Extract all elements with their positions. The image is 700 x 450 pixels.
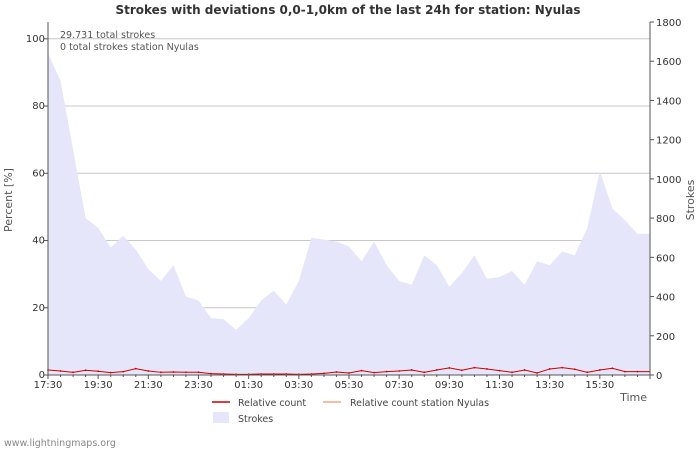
chart: Strokes with deviations 0,0-1,0km of the… [2, 3, 697, 449]
relative-count-point-7 [134, 367, 137, 370]
legend-swatch-strokes [213, 412, 229, 423]
strokes-area-layer [48, 53, 650, 375]
x-tick-label-1930: 19:30 [84, 380, 113, 391]
y-right-ticks: 0 200 400 600 800 1000 1200 1400 1600 1800 [650, 18, 681, 382]
relative-count-point-47 [636, 370, 639, 373]
relative-count-point-41 [561, 366, 564, 369]
x-tick-label-0930: 09:30 [435, 380, 464, 391]
y-right-tick-label-200: 200 [656, 332, 675, 343]
y-left-tick-label-60: 60 [32, 168, 45, 179]
y-right-tick-label-400: 400 [656, 293, 675, 304]
relative-count-point-31 [435, 369, 438, 371]
relative-count-point-11 [185, 371, 187, 374]
relative-count-point-2 [72, 371, 74, 374]
relative-count-point-28 [398, 370, 401, 372]
relative-count-point-27 [385, 370, 388, 373]
relative-count-point-46 [624, 370, 626, 373]
x-tick-label-1730: 17:30 [34, 380, 63, 391]
relative-count-point-4 [97, 370, 100, 373]
x-tick-label-1130: 11:30 [485, 380, 514, 391]
relative-count-point-12 [197, 371, 200, 374]
relative-count-point-3 [84, 369, 87, 372]
relative-count-point-40 [548, 368, 551, 370]
y-right-tick-label-1200: 1200 [656, 136, 681, 147]
relative-count-point-44 [598, 369, 601, 371]
y-right-axis-label: Strokes [684, 179, 697, 220]
relative-count-point-43 [586, 371, 589, 374]
relative-count-point-5 [109, 371, 112, 374]
relative-count-point-30 [423, 371, 426, 374]
legend-label-strokes: Strokes [238, 414, 273, 425]
y-right-tick-label-1600: 1600 [656, 57, 681, 68]
chart-title: Strokes with deviations 0,0-1,0km of the… [115, 3, 580, 17]
y-right-tick-label-0: 0 [656, 371, 662, 382]
y-left-tick-label-100: 100 [26, 34, 45, 45]
relative-count-point-39 [536, 372, 539, 374]
y-right-tick-label-1800: 1800 [656, 18, 681, 29]
y-left-tick-label-20: 20 [32, 303, 45, 314]
relative-count-point-29 [410, 369, 413, 371]
annotation-total-strokes: 29.731 total strokes [60, 30, 155, 41]
relative-count-point-32 [448, 367, 451, 369]
y-right-tick-label-600: 600 [656, 253, 675, 264]
x-tick-label-2330: 23:30 [184, 380, 213, 391]
relative-count-point-42 [573, 368, 576, 371]
x-tick-label-0130: 01:30 [234, 380, 263, 391]
y-right-tick-label-800: 800 [656, 214, 675, 225]
relative-count-point-9 [159, 371, 162, 374]
x-axis-label: Time [619, 391, 647, 404]
relative-count-point-22 [323, 372, 325, 375]
strokes-area [48, 53, 650, 375]
relative-count-point-26 [373, 371, 375, 374]
relative-count-point-36 [498, 369, 501, 372]
x-tick-label-1530: 15:30 [585, 380, 614, 391]
relative-count-point-6 [122, 370, 125, 373]
y-right-tick-label-1000: 1000 [656, 175, 681, 186]
y-right-tick-label-1400: 1400 [656, 96, 681, 107]
relative-count-point-23 [335, 371, 338, 373]
y-left-ticks: 020406080100 [26, 34, 48, 381]
x-tick-label-2130: 21:30 [134, 380, 163, 391]
relative-count-point-8 [147, 370, 150, 372]
legend-label-relative-count-station: Relative count station Nyulas [350, 398, 489, 409]
relative-count-point-1 [59, 370, 62, 372]
x-tick-label-0530: 05:30 [335, 380, 364, 391]
legend: Relative count Relative count station Ny… [212, 398, 489, 425]
x-tick-label-0330: 03:30 [284, 380, 313, 391]
y-left-tick-label-40: 40 [32, 236, 45, 247]
relative-count-point-37 [511, 371, 513, 374]
x-tick-label-1330: 13:30 [535, 380, 564, 391]
y-left-tick-label-80: 80 [32, 101, 45, 112]
relative-count-point-34 [473, 366, 476, 369]
relative-count-point-33 [460, 369, 463, 372]
annotation-station-strokes: 0 total strokes station Nyulas [60, 42, 199, 53]
legend-label-relative-count: Relative count [238, 398, 306, 409]
x-tick-label-0730: 07:30 [385, 380, 414, 391]
relative-count-point-24 [348, 372, 350, 374]
relative-count-point-35 [486, 368, 488, 370]
y-left-axis-label: Percent [%] [2, 168, 15, 232]
x-ticks: 17:30 19:30 21:30 23:30 01:30 03:30 05:30 07:30… [34, 375, 651, 391]
relative-count-point-45 [611, 367, 614, 370]
watermark: www.lightningmaps.org [4, 438, 116, 449]
relative-count-point-10 [172, 371, 175, 373]
relative-count-point-25 [360, 369, 363, 372]
relative-count-point-38 [523, 369, 526, 371]
